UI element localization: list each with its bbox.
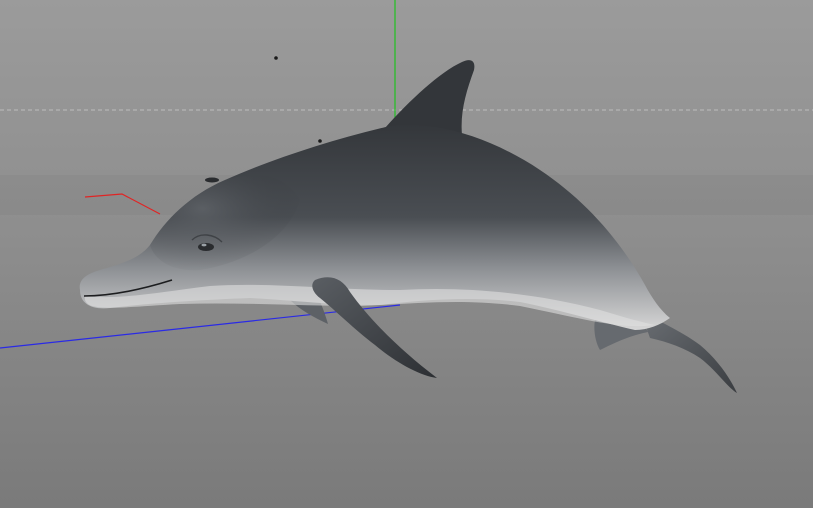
3d-viewport[interactable] (0, 0, 813, 508)
vertex-point (274, 56, 278, 60)
eye-highlight (201, 243, 207, 247)
viewport-canvas[interactable] (0, 0, 813, 508)
vertex-point (318, 139, 322, 143)
blowhole (205, 177, 219, 183)
